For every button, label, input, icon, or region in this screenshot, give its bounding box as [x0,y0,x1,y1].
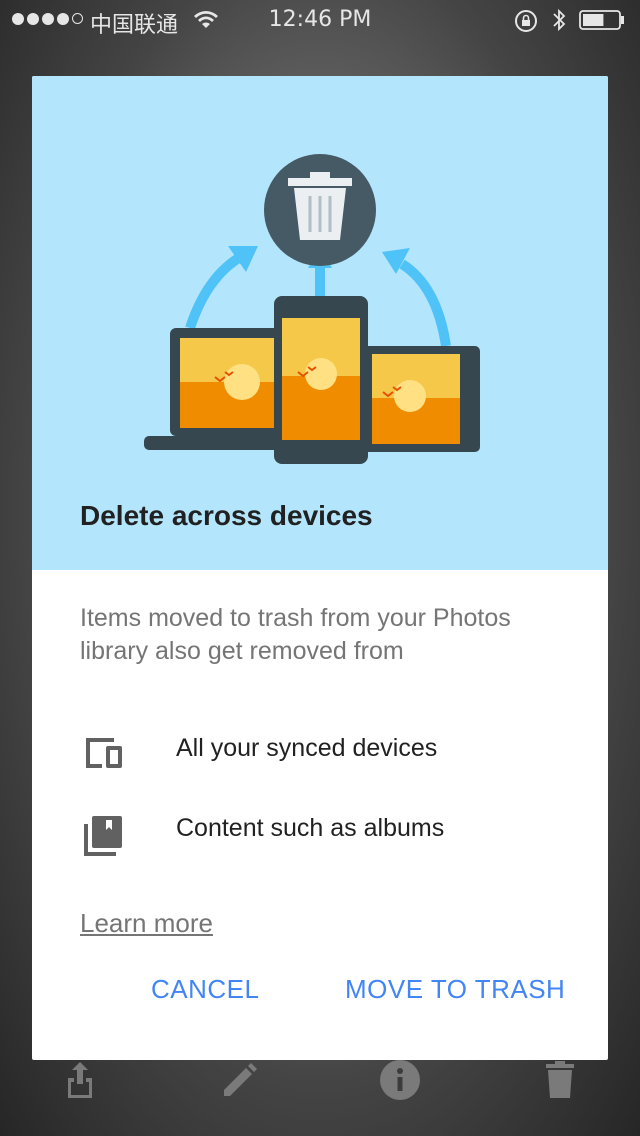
list-item-synced-devices: All your synced devices [80,732,580,782]
delete-across-devices-illustration [144,154,480,464]
dialog-hero: Delete across devices [32,76,608,570]
delete-icon[interactable] [544,1060,576,1100]
edit-icon[interactable] [220,1060,260,1100]
clock: 12:46 PM [268,7,372,32]
bluetooth-icon [553,8,566,32]
delete-dialog: Delete across devices Items moved to tra… [32,76,608,1060]
devices-icon [86,738,122,768]
albums-icon [84,816,122,856]
learn-more-link[interactable]: Learn more [80,908,213,939]
battery-icon [579,10,624,30]
status-bar: 中国联通 12:46 PM [0,0,640,40]
move-to-trash-button[interactable]: MOVE TO TRASH [345,974,565,1005]
list-item-label: All your synced devices [176,734,438,762]
cancel-button[interactable]: CANCEL [151,974,259,1005]
list-item-albums: Content such as albums [80,812,580,862]
list-item-label: Content such as albums [176,814,445,842]
bottom-toolbar [0,1060,640,1136]
dialog-title: Delete across devices [80,500,373,531]
share-icon[interactable] [64,1060,96,1102]
dialog-body-text: Items moved to trash from your Photos li… [80,604,511,665]
rotation-lock-icon [515,10,537,32]
info-icon[interactable] [380,1060,420,1100]
